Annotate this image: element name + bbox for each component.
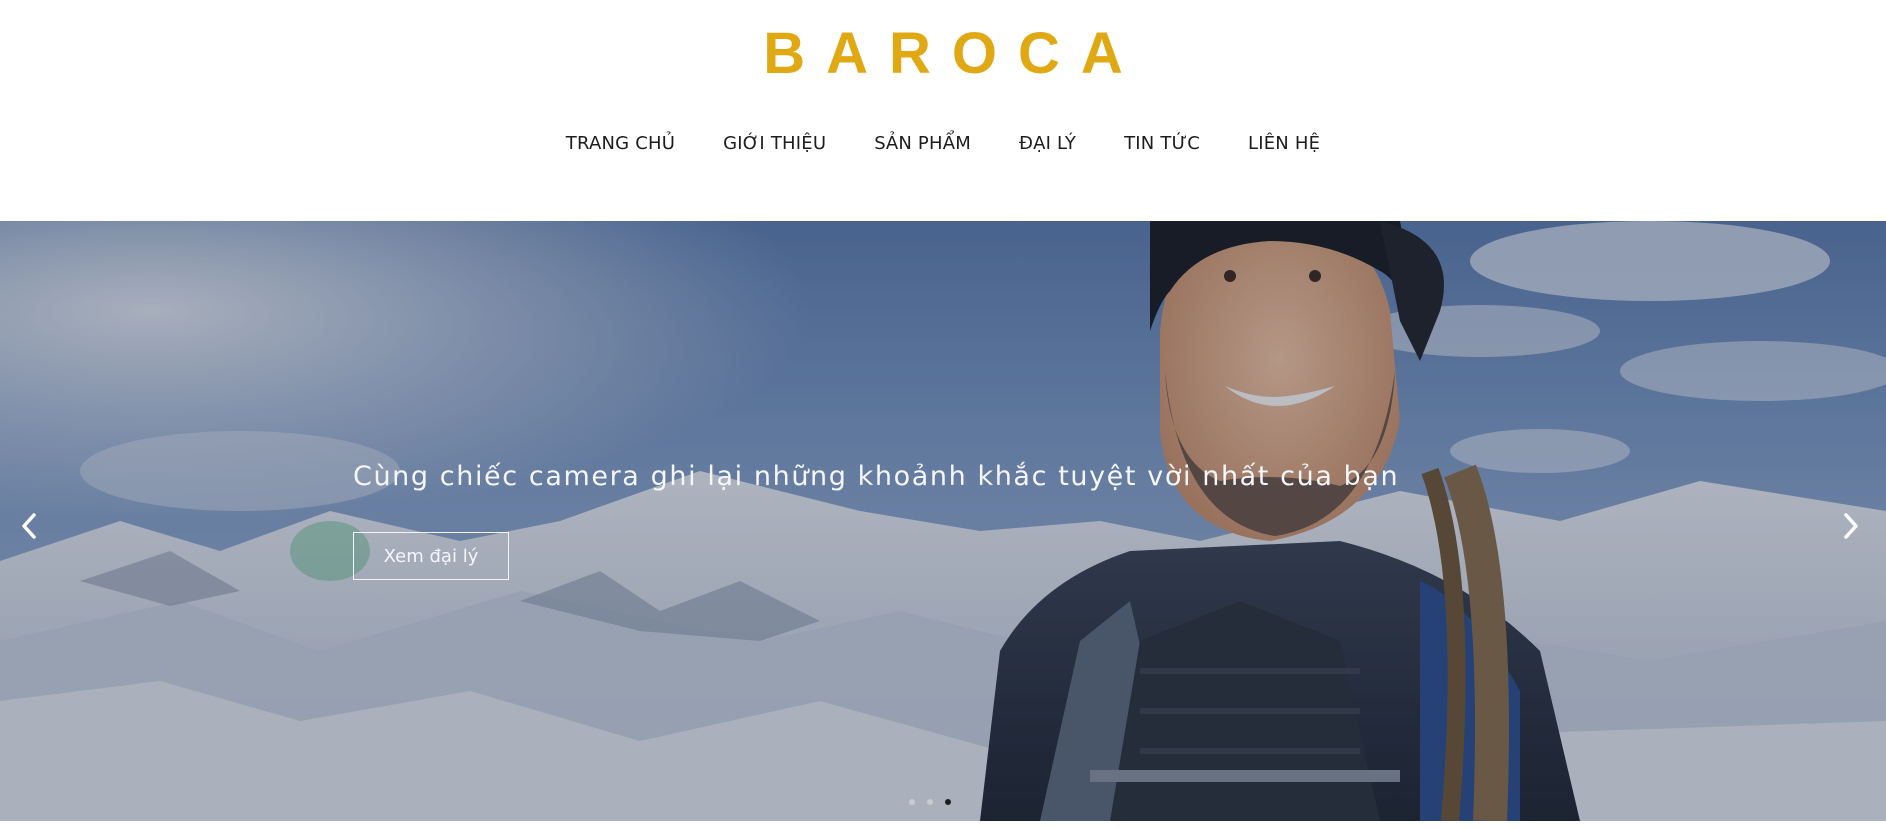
nav-item-news[interactable]: TIN TỨC bbox=[1124, 130, 1200, 158]
slider-pagination bbox=[909, 799, 951, 805]
hero-overlay bbox=[0, 221, 1886, 821]
nav-item-dealers[interactable]: ĐẠI LÝ bbox=[1019, 130, 1076, 158]
nav-item-about[interactable]: GIỚI THIỆU bbox=[723, 130, 826, 158]
slider-dot-2[interactable] bbox=[927, 799, 933, 805]
slider-prev-button[interactable] bbox=[14, 506, 44, 546]
hero-slider: Cùng chiếc camera ghi lại những khoảnh k… bbox=[0, 221, 1886, 821]
slider-dot-1[interactable] bbox=[909, 799, 915, 805]
hero-caption: Cùng chiếc camera ghi lại những khoảnh k… bbox=[353, 461, 1400, 492]
chevron-left-icon bbox=[22, 513, 36, 539]
nav-item-home[interactable]: TRANG CHỦ bbox=[566, 130, 675, 158]
site-header: BAROCA TRANG CHỦ GIỚI THIỆU SẢN PHẨM ĐẠI… bbox=[0, 0, 1886, 221]
nav-item-contact[interactable]: LIÊN HỆ bbox=[1248, 130, 1320, 158]
brand-logo[interactable]: BAROCA bbox=[0, 18, 1886, 90]
slider-dot-3[interactable] bbox=[945, 799, 951, 805]
main-nav: TRANG CHỦ GIỚI THIỆU SẢN PHẨM ĐẠI LÝ TIN… bbox=[0, 130, 1886, 158]
view-dealers-button[interactable]: Xem đại lý bbox=[353, 532, 509, 580]
slider-next-button[interactable] bbox=[1836, 506, 1866, 546]
nav-item-products[interactable]: SẢN PHẨM bbox=[874, 130, 971, 158]
chevron-right-icon bbox=[1844, 513, 1858, 539]
